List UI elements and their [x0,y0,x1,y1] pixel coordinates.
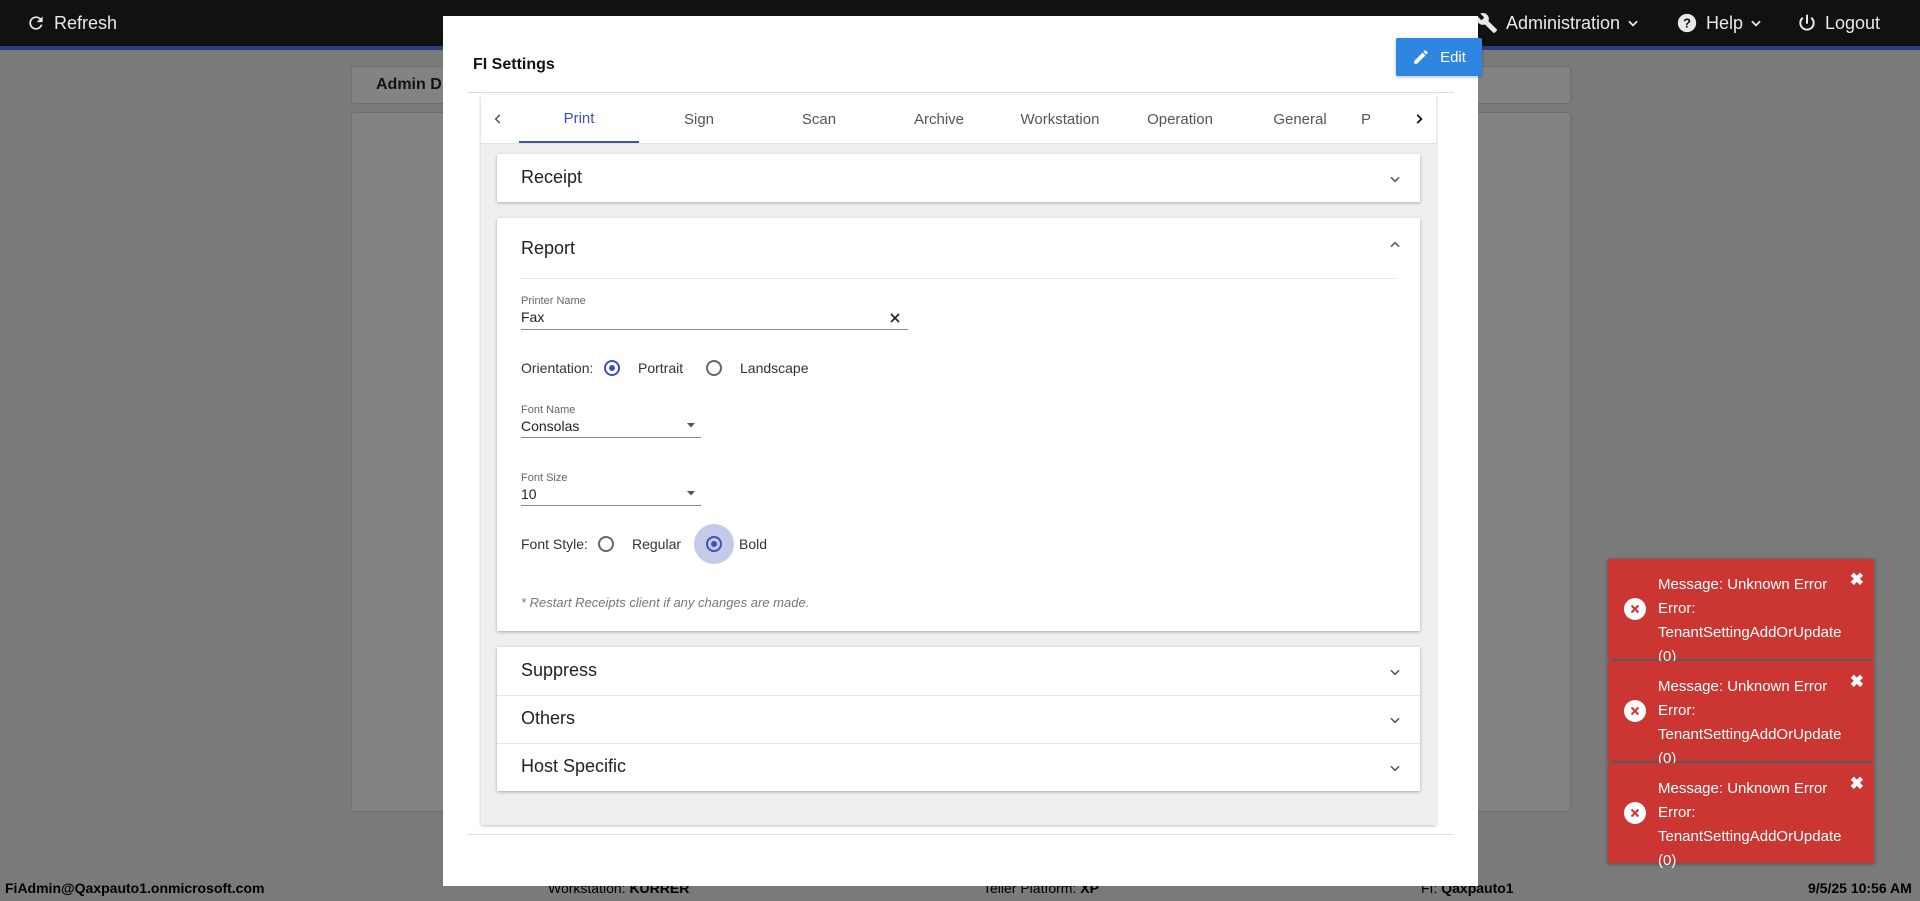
chevron-right-icon [1416,114,1423,124]
chevron-left-icon [494,114,501,124]
receipt-section[interactable]: Receipt [497,154,1420,202]
error-icon [1624,598,1646,620]
chevron-down-icon [1390,669,1400,676]
suppress-section[interactable]: Suppress [497,647,1420,695]
bold-radio[interactable] [706,536,722,552]
svg-text:?: ? [1683,16,1691,31]
regular-radio[interactable] [598,536,614,552]
font-name-select[interactable]: Consolas [521,418,579,434]
landscape-radio[interactable] [706,360,722,376]
tab-archive[interactable]: Archive [879,95,999,143]
dropdown-arrow-icon[interactable] [685,487,697,499]
close-icon[interactable]: ✖ [1850,673,1864,690]
dialog-header: FI Settings Edit [467,38,1482,93]
printer-name-input[interactable]: Fax [521,309,544,325]
status-datetime: 9/5/25 10:56 AM [1808,880,1912,896]
dialog-title: FI Settings [473,56,555,73]
collapsed-sections-group: Suppress Others Host Specific [497,647,1420,791]
close-icon[interactable]: ✖ [1850,571,1864,588]
toast-message: Message: Unknown Error Error: TenantSettin… [1658,678,1842,767]
landscape-label[interactable]: Landscape [740,360,809,376]
host-specific-section[interactable]: Host Specific [497,743,1420,791]
tab-scroll-left[interactable] [483,95,513,143]
toast-message: Message: Unknown Error Error: TenantSettin… [1658,780,1842,869]
administration-label: Administration [1506,12,1621,33]
report-title[interactable]: Report [521,238,575,259]
help-label: Help [1706,12,1744,33]
tab-general[interactable]: General [1240,95,1360,143]
report-divider [521,278,1396,279]
clear-icon[interactable] [889,312,901,324]
error-icon [1624,700,1646,722]
tab-sign[interactable]: Sign [639,95,759,143]
settings-panel: Print Sign Scan Archive Workstation Oper… [481,95,1436,825]
help-icon: ? [1677,13,1697,33]
font-name-underline [521,437,701,438]
tab-scan[interactable]: Scan [759,95,879,143]
host-specific-title: Host Specific [521,756,627,776]
bold-label[interactable]: Bold [739,536,767,552]
font-style-label: Font Style: [521,536,588,552]
chevron-down-icon [1390,765,1400,772]
refresh-button[interactable]: Refresh [26,0,117,46]
help-menu[interactable]: ? Help [1676,0,1763,46]
dropdown-arrow-icon[interactable] [685,419,697,431]
chevron-down-icon [1390,176,1400,183]
admin-page-title: Admin D [376,76,442,93]
error-toast[interactable]: Message: Unknown Error Error: TenantSettin… [1608,661,1874,767]
tab-scroll-right[interactable] [1404,95,1434,143]
report-section: Report Printer Name Fax Orientation: Por… [497,218,1420,631]
others-title: Others [521,708,576,728]
portrait-label[interactable]: Portrait [638,360,683,376]
restart-note: * Restart Receipts client if any changes… [521,595,810,610]
printer-name-label: Printer Name [521,295,586,307]
chevron-up-icon[interactable] [1388,238,1402,252]
tab-print[interactable]: Print [519,95,639,143]
administration-menu[interactable]: Administration [1476,0,1640,46]
logout-label: Logout [1825,12,1881,33]
font-size-underline [521,505,701,506]
dialog-footer-divider [467,834,1454,835]
font-size-label: Font Size [521,472,568,484]
chevron-down-icon [1390,717,1400,724]
chevron-down-icon [1751,20,1761,27]
suppress-title: Suppress [521,660,598,680]
printer-name-underline [521,329,908,330]
font-size-select[interactable]: 10 [521,486,537,502]
refresh-icon [29,16,43,30]
portrait-radio[interactable] [604,360,620,376]
edit-button[interactable]: Edit [1396,38,1482,76]
status-user: FiAdmin@Qaxpauto1.onmicrosoft.com [5,880,265,896]
toast-message: Message: Unknown Error Error: TenantSettin… [1658,576,1842,665]
wrench-icon [1476,13,1498,34]
chevron-down-icon [1628,20,1638,27]
close-icon[interactable]: ✖ [1850,775,1864,792]
logout-button[interactable]: Logout [1797,0,1880,46]
power-icon [1799,14,1815,31]
settings-tabs: Print Sign Scan Archive Workstation Oper… [481,95,1436,144]
tab-workstation[interactable]: Workstation [1000,95,1120,143]
error-icon [1624,802,1646,824]
pencil-icon [1414,50,1428,64]
receipt-title: Receipt [521,167,583,187]
tab-operation[interactable]: Operation [1120,95,1240,143]
orientation-label: Orientation: [521,360,594,376]
tab-partial[interactable]: P [1361,95,1407,143]
edit-label: Edit [1440,48,1466,66]
font-name-label: Font Name [521,404,576,416]
refresh-label: Refresh [54,12,118,33]
error-toast[interactable]: Message: Unknown Error Error: TenantSettin… [1608,763,1874,869]
regular-label[interactable]: Regular [632,536,681,552]
others-section[interactable]: Others [497,695,1420,743]
error-toast[interactable]: Message: Unknown Error Error: TenantSettin… [1608,559,1874,665]
fi-settings-dialog: FI Settings Edit Print Sign Scan Archive… [443,16,1482,886]
